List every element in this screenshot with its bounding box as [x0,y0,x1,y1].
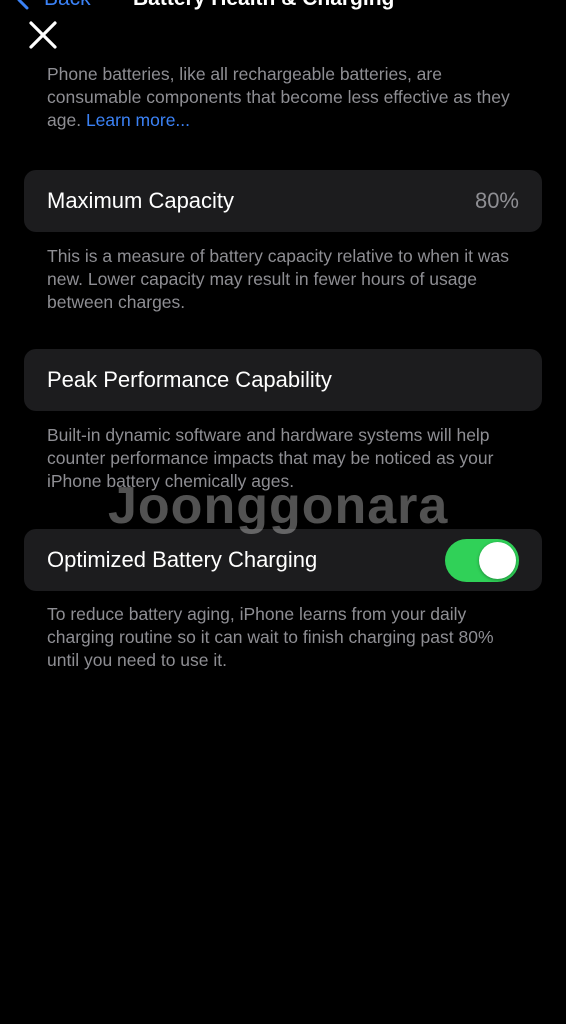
optimized-charging-description: To reduce battery aging, iPhone learns f… [47,604,494,670]
maximum-capacity-label: Maximum Capacity [47,188,235,213]
close-button[interactable] [22,14,64,56]
optimized-charging-toggle[interactable] [445,539,519,582]
peak-performance-label: Peak Performance Capability [47,367,332,392]
optimized-charging-row: Optimized Battery Charging [24,529,542,591]
maximum-capacity-row: Maximum Capacity 80% [24,170,542,232]
page-title: Battery Health & Charging [133,0,394,12]
back-button[interactable]: Back [44,0,91,12]
chevron-left-icon[interactable] [14,0,34,10]
learn-more-link[interactable]: Learn more... [86,110,190,130]
intro-description: Phone batteries, like all rechargeable b… [47,63,527,132]
peak-performance-description: Built-in dynamic software and hardware s… [47,425,494,491]
optimized-charging-label: Optimized Battery Charging [47,547,318,572]
navigation-bar: Back Battery Health & Charging [0,0,566,16]
close-icon[interactable] [22,14,64,56]
maximum-capacity-description: This is a measure of battery capacity re… [47,246,510,312]
maximum-capacity-value: 80% [474,188,519,213]
peak-performance-row: Peak Performance Capability [24,349,542,411]
toggle-knob [479,542,516,579]
